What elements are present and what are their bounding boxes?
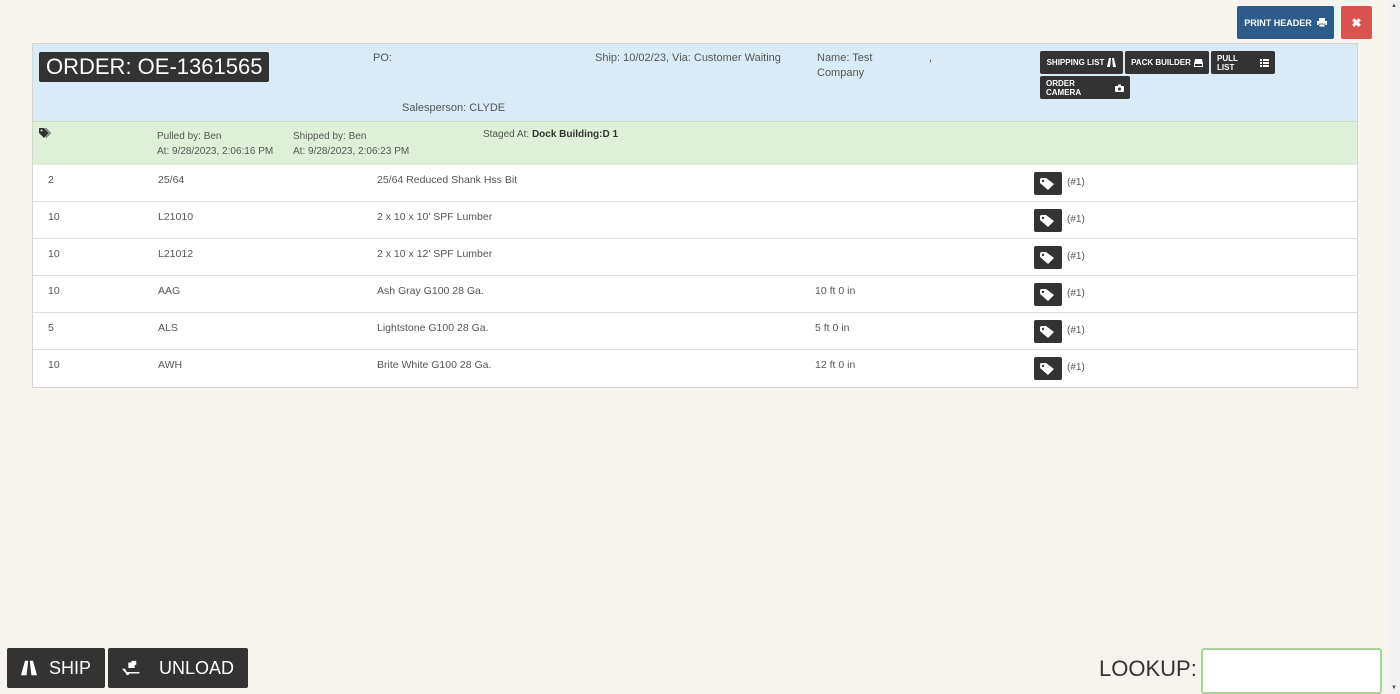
- order-status-row: Pulled by: Ben At: 9/28/2023, 2:06:16 PM…: [33, 121, 1357, 165]
- address-separator: ,: [929, 52, 933, 64]
- line-description: Lightstone G100 28 Ga.: [377, 322, 489, 334]
- order-title: ORDER: OE-1361565: [39, 52, 270, 82]
- customer-name-line1: Name: Test: [817, 52, 873, 64]
- line-qty: 10: [48, 285, 60, 297]
- line-item-row: 10 AWH Brite White G100 28 Ga. 12 ft 0 i…: [33, 350, 1357, 387]
- line-item-row: 10 AAG Ash Gray G100 28 Ga. 10 ft 0 in (…: [33, 276, 1357, 313]
- line-qty: 10: [48, 211, 60, 223]
- shipping-list-label: SHIPPING LIST: [1046, 58, 1105, 67]
- print-tag-button[interactable]: [1034, 209, 1062, 232]
- line-qty: 10: [48, 248, 60, 260]
- tag-icon: [1040, 214, 1054, 227]
- line-description: 25/64 Reduced Shank Hss Bit: [377, 174, 518, 186]
- tag-count: (#1): [1067, 177, 1085, 188]
- line-item-code: 25/64: [158, 174, 185, 186]
- print-tag-button[interactable]: [1034, 357, 1062, 380]
- staged-at-label: Staged At:: [483, 129, 532, 140]
- line-qty: 5: [48, 322, 54, 334]
- order-panel: ORDER: OE-1361565 PO: Ship: 10/02/23, Vi…: [32, 43, 1358, 388]
- line-items: 2 25/64 25/64 Reduced Shank Hss Bit (#1)…: [33, 165, 1357, 387]
- order-header: ORDER: OE-1361565 PO: Ship: 10/02/23, Vi…: [33, 44, 1357, 121]
- hdd-icon: [1193, 58, 1203, 67]
- pull-list-button[interactable]: PULL LIST: [1211, 51, 1275, 74]
- line-item-row: 10 L21012 2 x 10 x 12' SPF Lumber (#1): [33, 239, 1357, 276]
- line-qty: 2: [48, 174, 54, 186]
- tag-count: (#1): [1067, 214, 1085, 225]
- line-item-code: ALS: [158, 322, 178, 334]
- shipped-at: At: 9/28/2023, 2:06:23 PM: [293, 146, 410, 157]
- line-length: 5 ft 0 in: [815, 322, 850, 334]
- line-item-code: L21010: [158, 211, 194, 223]
- line-description: Ash Gray G100 28 Ga.: [377, 285, 484, 297]
- ship-button[interactable]: SHIP: [7, 648, 105, 688]
- po-label: PO:: [373, 52, 392, 64]
- line-description: 2 x 10 x 10' SPF Lumber: [377, 211, 493, 223]
- ship-info: Ship: 10/02/23, Via: Customer Waiting: [595, 52, 781, 64]
- scrollbar[interactable]: ▲ ▼: [1388, 0, 1400, 694]
- shipped-by: Shipped by: Ben: [293, 131, 367, 142]
- scroll-up-arrow-icon[interactable]: ▲: [1388, 0, 1400, 12]
- salesperson: Salesperson: CLYDE: [402, 102, 506, 114]
- dolly-icon: [122, 660, 140, 676]
- line-item-row: 2 25/64 25/64 Reduced Shank Hss Bit (#1): [33, 165, 1357, 202]
- order-camera-button[interactable]: ORDER CAMERA: [1040, 76, 1130, 99]
- line-length: 10 ft 0 in: [815, 285, 856, 297]
- print-header-label: PRINT HEADER: [1244, 17, 1312, 28]
- line-qty: 10: [48, 359, 60, 371]
- pack-builder-button[interactable]: PACK BUILDER: [1125, 51, 1209, 74]
- lookup-label: LOOKUP:: [1099, 656, 1197, 681]
- camera-icon: [1115, 84, 1124, 92]
- printer-icon: [1316, 18, 1327, 27]
- tag-count: (#1): [1067, 251, 1085, 262]
- line-item-row: 10 L21010 2 x 10 x 10' SPF Lumber (#1): [33, 202, 1357, 239]
- tag-icon: [1040, 362, 1054, 375]
- pull-list-label: PULL LIST: [1217, 53, 1238, 72]
- close-button[interactable]: ✖: [1341, 6, 1372, 39]
- scroll-down-arrow-icon[interactable]: ▼: [1388, 682, 1400, 694]
- line-item-code: AWH: [158, 359, 183, 371]
- pulled-at: At: 9/28/2023, 2:06:16 PM: [157, 146, 274, 157]
- pack-builder-label: PACK BUILDER: [1131, 58, 1191, 67]
- tag-count: (#1): [1067, 325, 1085, 336]
- tag-icon: [1040, 288, 1054, 301]
- shipping-list-button[interactable]: SHIPPING LIST: [1040, 51, 1123, 74]
- close-icon: ✖: [1351, 15, 1362, 30]
- staged-at: Staged At: Dock Building:D 1: [483, 127, 618, 142]
- road-icon: [1107, 58, 1117, 67]
- print-header-button[interactable]: PRINT HEADER: [1237, 6, 1334, 39]
- tag-icon: [1040, 251, 1054, 264]
- tag-count: (#1): [1067, 288, 1085, 299]
- pulled-by: Pulled by: Ben: [157, 131, 222, 142]
- order-camera-label: ORDER CAMERA: [1046, 78, 1082, 97]
- tag-icon: [1040, 177, 1054, 190]
- tag-icon: [1040, 325, 1054, 338]
- print-tag-button[interactable]: [1034, 320, 1062, 343]
- tag-count: (#1): [1067, 362, 1085, 373]
- line-description: Brite White G100 28 Ga.: [377, 359, 492, 371]
- unload-button[interactable]: UNLOAD: [108, 648, 248, 688]
- print-tag-button[interactable]: [1034, 172, 1062, 195]
- ship-label: SHIP: [48, 657, 91, 678]
- tags-icon: [39, 128, 51, 138]
- customer-name-line2: Company: [817, 67, 865, 79]
- print-tag-button[interactable]: [1034, 246, 1062, 269]
- unload-label: UNLOAD: [158, 657, 234, 678]
- road-icon: [21, 660, 37, 676]
- list-icon: [1260, 58, 1269, 67]
- line-item-code: L21012: [158, 248, 194, 260]
- line-item-row: 5 ALS Lightstone G100 28 Ga. 5 ft 0 in (…: [33, 313, 1357, 350]
- line-length: 12 ft 0 in: [815, 359, 856, 371]
- print-tag-button[interactable]: [1034, 283, 1062, 306]
- lookup-input[interactable]: [1201, 648, 1382, 694]
- line-item-code: AAG: [158, 285, 181, 297]
- staged-at-location: Dock Building:D 1: [531, 129, 619, 140]
- line-description: 2 x 10 x 12' SPF Lumber: [377, 248, 493, 260]
